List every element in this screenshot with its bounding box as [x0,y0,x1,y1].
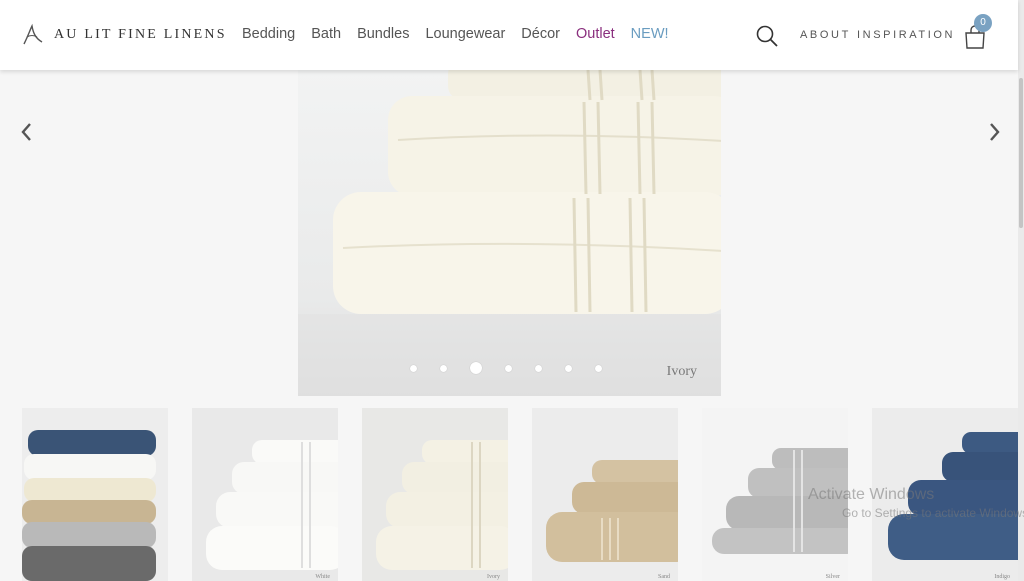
hero-color-caption: Ivory [666,364,697,379]
nav-item-bath[interactable]: Bath [311,26,341,42]
thumbnail-label: Ivory [487,574,500,580]
carousel-dot[interactable] [440,364,447,372]
watermark-subtitle: Go to Settings to activate Windows. [842,506,1024,520]
thumbnail-ivory[interactable]: Ivory [362,408,508,581]
hero-slide-image: Ivory [298,70,721,396]
carousel-dot[interactable] [535,364,542,372]
site-header: AU LIT FINE LINENS Bedding Bath Bundles … [0,0,1018,70]
inspiration-link[interactable]: INSPIRATION [857,29,955,41]
thumbnail-label: Indigo [994,574,1010,580]
carousel-next-icon[interactable] [984,120,1004,144]
about-link[interactable]: ABOUT [800,29,851,41]
thumbnail-sand[interactable]: Sand [532,408,678,581]
carousel-dot[interactable] [410,364,417,372]
carousel-prev-icon[interactable] [17,120,37,144]
search-icon[interactable] [755,24,779,48]
logo-mark-icon [23,23,43,45]
carousel-dot[interactable] [505,364,512,372]
watermark-title: Activate Windows [808,486,935,503]
thumbnail-label: Silver [825,574,840,580]
nav-item-bedding[interactable]: Bedding [242,26,295,42]
nav-item-outlet[interactable]: Outlet [576,26,615,42]
os-activation-watermark: Activate Windows Go to Settings to activ… [808,486,1024,520]
thumbnail-white[interactable]: White [192,408,338,581]
carousel-dot[interactable] [595,364,602,372]
brand-logo[interactable]: AU LIT FINE LINENS [20,22,227,48]
carousel-dot-active[interactable] [470,362,482,374]
thumbnail-label: White [315,574,330,580]
nav-item-loungewear[interactable]: Loungewear [425,26,505,42]
cart-count-badge: 0 [974,14,992,32]
brand-name: AU LIT FINE LINENS [54,27,227,42]
carousel-dots [410,362,602,374]
nav-item-bundles[interactable]: Bundles [357,26,409,42]
thumbnail-label: Sand [658,574,670,580]
nav-item-new[interactable]: NEW! [631,26,669,42]
nav-item-decor[interactable]: Décor [521,26,560,42]
carousel-dot[interactable] [565,364,572,372]
main-nav: Bedding Bath Bundles Loungewear Décor Ou… [242,26,669,42]
thumbnail-all-colors[interactable] [22,408,168,581]
scrollbar-thumb[interactable] [1019,78,1023,228]
